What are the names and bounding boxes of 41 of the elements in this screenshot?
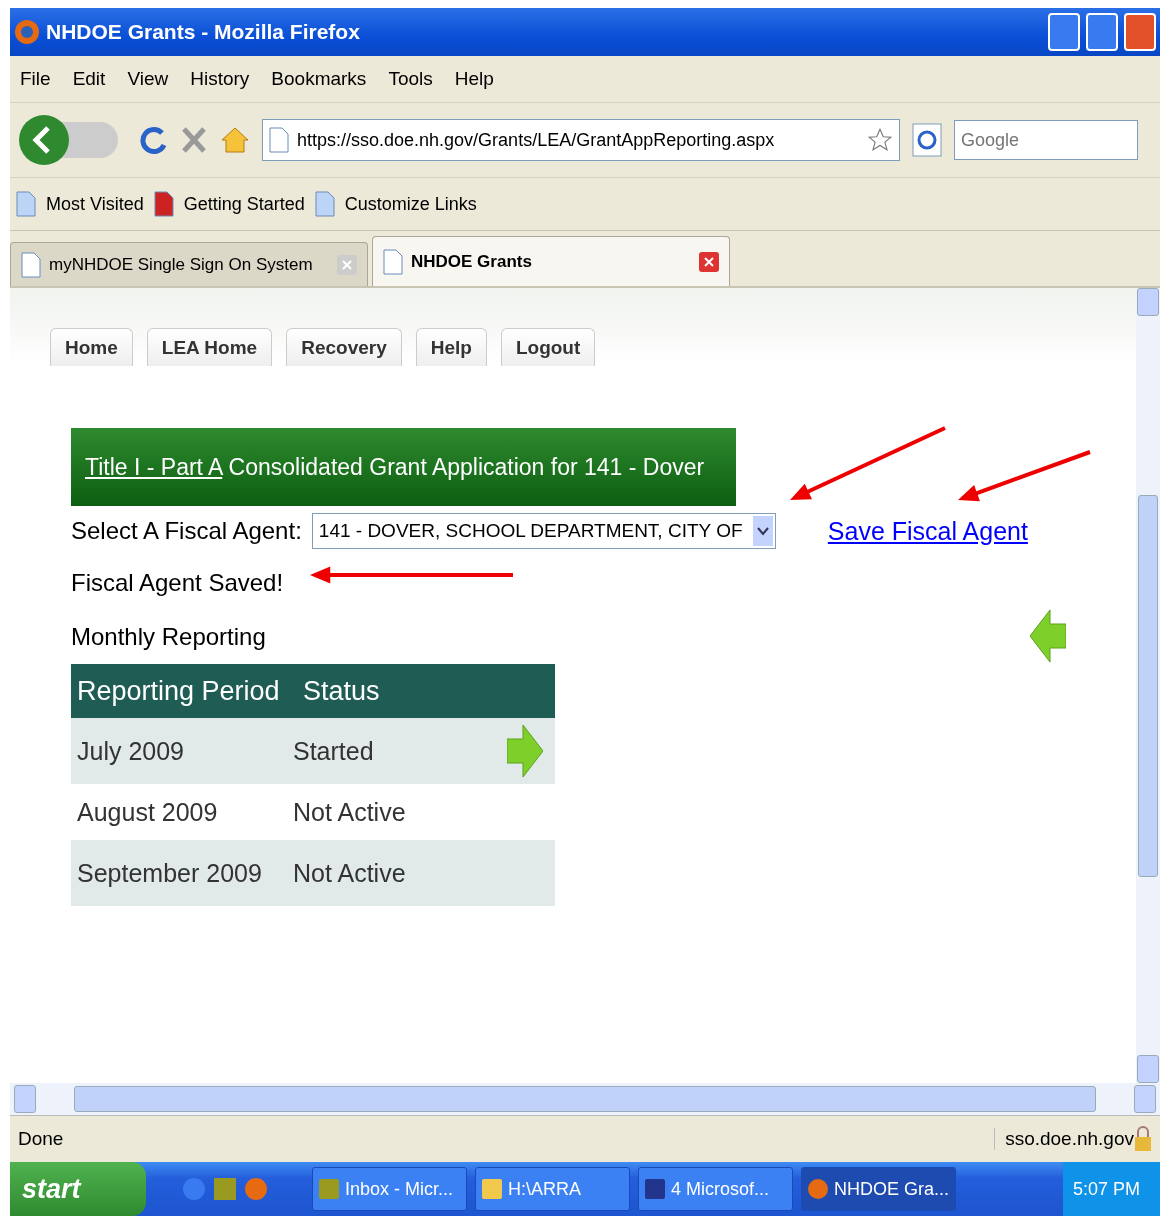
address-field[interactable]: https://sso.doe.nh.gov/Grants/LEA/GrantAppReporting.aspx <box>262 119 900 161</box>
menu-item[interactable]: Bookmarks <box>271 68 367 90</box>
nav-tab[interactable]: Help <box>415 328 487 366</box>
save-link[interactable]: Save Fiscal Agent <box>827 516 1028 546</box>
browser-tab[interactable]: myNHDOE Single Sign On System <box>10 242 368 286</box>
browser-tab[interactable]: NHDOE Grants <box>372 236 730 286</box>
status-host: sso.doe.nh.gov <box>994 1128 1134 1150</box>
taskbar-item[interactable]: 4 Microsof... <box>638 1167 793 1211</box>
menu-item[interactable]: Edit <box>72 68 106 90</box>
nav-tab[interactable]: Recovery <box>286 328 402 366</box>
bookmark-link[interactable]: Getting Started <box>183 193 305 215</box>
search-field[interactable]: Google <box>954 120 1138 160</box>
taskbar-item[interactable]: Inbox - Micr... <box>312 1167 467 1211</box>
section-heading: Monthly Reporting <box>71 622 266 652</box>
column-header: Reporting Period <box>76 675 281 707</box>
taskbar-item[interactable]: NHDOE Gra... <box>801 1167 956 1211</box>
saved-message: Fiscal Agent Saved! <box>71 568 284 598</box>
table-cell-text: Not Active <box>292 858 407 888</box>
table-cell-text: Not Active <box>292 797 407 827</box>
menu-item[interactable]: File <box>20 68 51 90</box>
menu-item[interactable]: View <box>127 68 169 90</box>
bookmark-link[interactable]: Customize Links <box>344 193 477 215</box>
nav-tab[interactable]: LEA Home <box>146 328 273 366</box>
table-cell-text: July 2009 <box>76 736 186 766</box>
nav-tab[interactable]: Logout <box>500 328 596 366</box>
clock: 5:07 PM <box>1072 1178 1140 1200</box>
status-text: Done <box>18 1128 65 1150</box>
field-label: Select A Fiscal Agent: <box>71 517 302 545</box>
page-title: Title I - Part A Consolidated Grant Application for 141 - Dover <box>85 453 705 481</box>
column-header: Status <box>302 675 381 707</box>
menu-item[interactable]: Help <box>454 68 494 90</box>
table-cell-text: Started <box>292 736 375 766</box>
menu-item[interactable]: Tools <box>388 68 433 90</box>
menu-item[interactable]: History <box>190 68 250 90</box>
table-cell-text: August 2009 <box>76 797 219 827</box>
nav-tab[interactable]: Home <box>50 328 133 366</box>
bookmark-link[interactable]: Most Visited <box>46 193 144 215</box>
window-title: NHDOE Grants - Mozilla Firefox <box>46 20 361 44</box>
table-cell-text: September 2009 <box>76 858 263 888</box>
fiscal-agent-dropdown[interactable]: 141 - DOVER, SCHOOL DEPARTMENT, CITY OF <box>311 513 776 549</box>
taskbar-item[interactable]: H:\ARRA <box>475 1167 630 1211</box>
